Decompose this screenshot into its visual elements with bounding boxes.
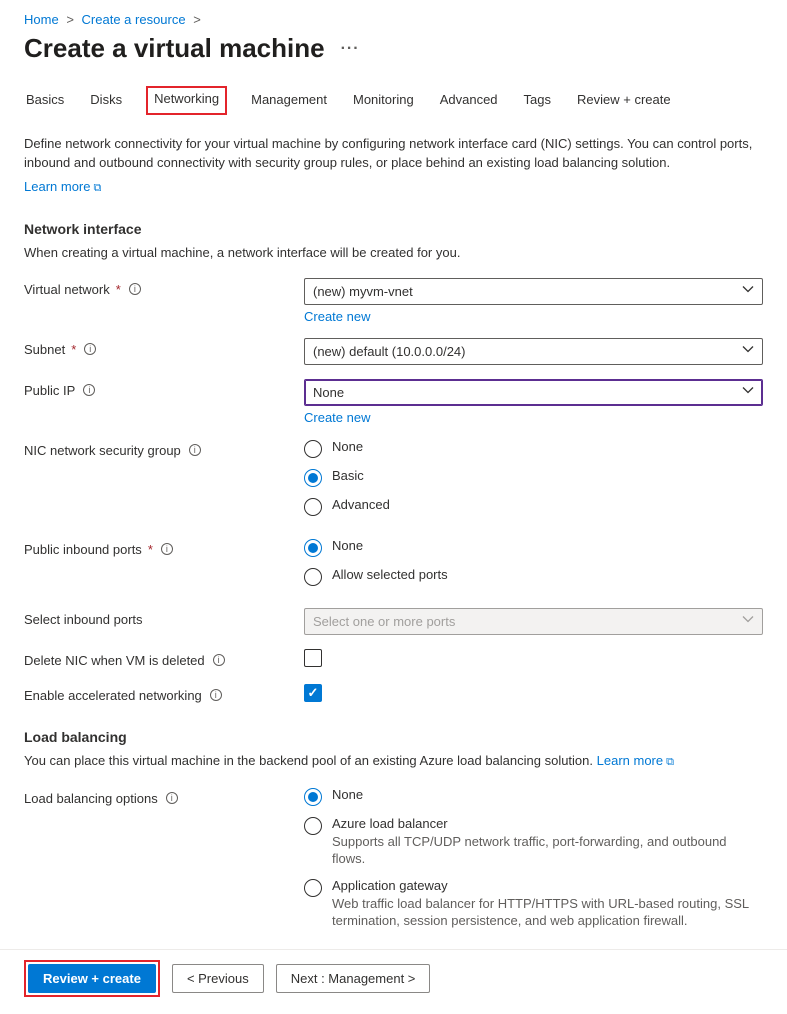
subnet-select[interactable]: (new) default (10.0.0.0/24) — [304, 338, 763, 365]
label-inbound-ports: Public inbound ports* i — [24, 538, 304, 557]
tab-networking[interactable]: Networking — [146, 86, 227, 115]
chevron-down-icon — [742, 344, 754, 359]
info-icon[interactable]: i — [213, 654, 225, 666]
breadcrumb-create-resource[interactable]: Create a resource — [82, 12, 186, 27]
review-create-highlight: Review + create — [24, 960, 160, 997]
tabs: Basics Disks Networking Management Monit… — [24, 86, 763, 115]
label-delete-nic: Delete NIC when VM is deleted i — [24, 649, 304, 668]
info-icon[interactable]: i — [210, 689, 222, 701]
info-icon[interactable]: i — [129, 283, 141, 295]
nsg-option-none[interactable]: None — [304, 439, 763, 458]
nsg-radio-group: None Basic Advanced — [304, 439, 763, 516]
tab-advanced[interactable]: Advanced — [438, 86, 500, 115]
chevron-down-icon — [742, 284, 754, 299]
label-load-balancing: Load balancing options i — [24, 787, 304, 806]
inbound-option-allow[interactable]: Allow selected ports — [304, 567, 763, 586]
breadcrumb: Home > Create a resource > — [24, 12, 763, 27]
nsg-option-basic[interactable]: Basic — [304, 468, 763, 487]
accel-networking-checkbox[interactable] — [304, 684, 322, 702]
lb-option-azure-lb[interactable]: Azure load balancer Supports all TCP/UDP… — [304, 816, 763, 868]
info-icon[interactable]: i — [161, 543, 173, 555]
previous-button[interactable]: < Previous — [172, 964, 264, 993]
label-subnet: Subnet* i — [24, 338, 304, 357]
section-heading-load-balancing: Load balancing — [24, 729, 763, 745]
page-title: Create a virtual machine ··· — [24, 33, 763, 64]
next-button[interactable]: Next : Management > — [276, 964, 431, 993]
tab-disks[interactable]: Disks — [88, 86, 124, 115]
lb-option-none[interactable]: None — [304, 787, 763, 806]
breadcrumb-home[interactable]: Home — [24, 12, 59, 27]
breadcrumb-sep: > — [193, 12, 201, 27]
inbound-option-none[interactable]: None — [304, 538, 763, 557]
info-icon[interactable]: i — [84, 343, 96, 355]
learn-more-link[interactable]: Learn more⧉ — [24, 179, 101, 194]
inbound-ports-radio-group: None Allow selected ports — [304, 538, 763, 586]
load-balancing-learn-more-link[interactable]: Learn more⧉ — [597, 753, 674, 768]
load-balancing-radio-group: None Azure load balancer Supports all TC… — [304, 787, 763, 930]
section-heading-network-interface: Network interface — [24, 221, 763, 237]
chevron-down-icon — [742, 614, 754, 629]
more-actions-icon[interactable]: ··· — [341, 40, 360, 58]
virtual-network-select[interactable]: (new) myvm-vnet — [304, 278, 763, 305]
tab-monitoring[interactable]: Monitoring — [351, 86, 416, 115]
label-nsg: NIC network security group i — [24, 439, 304, 458]
label-public-ip: Public IP i — [24, 379, 304, 398]
tab-review-create[interactable]: Review + create — [575, 86, 673, 115]
tab-tags[interactable]: Tags — [522, 86, 553, 115]
section-sub: When creating a virtual machine, a netwo… — [24, 245, 763, 260]
info-icon[interactable]: i — [189, 444, 201, 456]
info-icon[interactable]: i — [166, 792, 178, 804]
label-select-inbound: Select inbound ports — [24, 608, 304, 627]
create-new-public-ip-link[interactable]: Create new — [304, 410, 763, 425]
section-sub-load-balancing: You can place this virtual machine in th… — [24, 753, 763, 769]
lb-option-desc: Supports all TCP/UDP network traffic, po… — [332, 833, 762, 868]
select-inbound-ports: Select one or more ports — [304, 608, 763, 635]
lb-option-desc: Web traffic load balancer for HTTP/HTTPS… — [332, 895, 762, 930]
nsg-option-advanced[interactable]: Advanced — [304, 497, 763, 516]
tab-management[interactable]: Management — [249, 86, 329, 115]
label-virtual-network: Virtual network* i — [24, 278, 304, 297]
delete-nic-checkbox[interactable] — [304, 649, 322, 667]
external-link-icon: ⧉ — [666, 756, 674, 769]
chevron-down-icon — [742, 385, 754, 400]
external-link-icon: ⧉ — [93, 182, 101, 195]
lb-option-app-gateway[interactable]: Application gateway Web traffic load bal… — [304, 878, 763, 930]
info-icon[interactable]: i — [83, 384, 95, 396]
label-accel-networking: Enable accelerated networking i — [24, 684, 304, 703]
review-create-button[interactable]: Review + create — [28, 964, 156, 993]
footer-bar: Review + create < Previous Next : Manage… — [0, 949, 787, 1007]
tab-basics[interactable]: Basics — [24, 86, 66, 115]
intro-text: Define network connectivity for your vir… — [24, 135, 763, 173]
create-new-vnet-link[interactable]: Create new — [304, 309, 763, 324]
breadcrumb-sep: > — [66, 12, 74, 27]
public-ip-select[interactable]: None — [304, 379, 763, 406]
